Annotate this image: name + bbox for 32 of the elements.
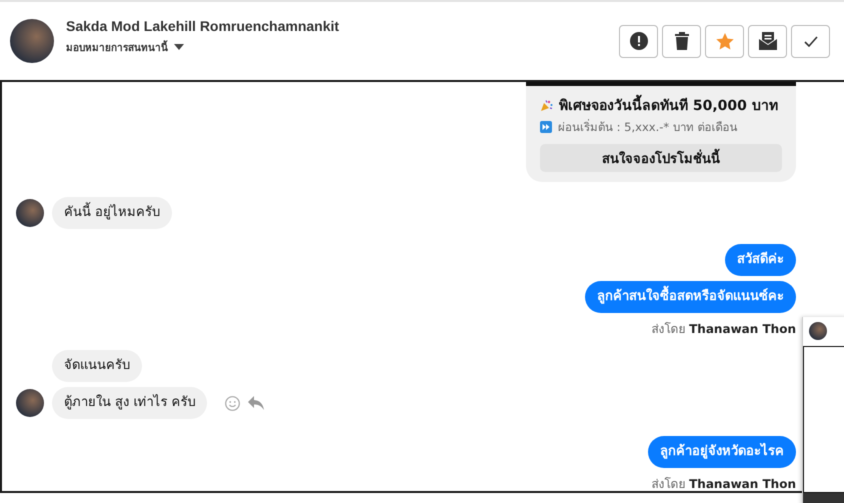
sender-note: ส่งโดย Thanawan Thon bbox=[651, 321, 796, 338]
star-button[interactable] bbox=[705, 24, 744, 58]
mail-button[interactable] bbox=[748, 24, 787, 58]
message-bubble: คันนี้ อยู่ไหมครับ bbox=[52, 197, 172, 229]
avatar bbox=[16, 389, 44, 417]
alert-icon bbox=[630, 32, 648, 50]
fast-forward-icon bbox=[540, 121, 552, 133]
contact-name: Sakda Mod Lakehill Romruenchamnankit bbox=[66, 18, 340, 34]
assign-dropdown[interactable]: มอบหมายการสนทนานี้ bbox=[66, 40, 340, 54]
caret-icon bbox=[174, 44, 184, 50]
message-bubble: ลูกค้าอยู่จังหวัดอะไรค bbox=[648, 436, 796, 468]
message-bubble: จัดแนนครับ bbox=[52, 350, 142, 382]
message-bubble: สวัสดีค่ะ bbox=[725, 244, 796, 276]
alert-button[interactable] bbox=[619, 24, 658, 58]
promo-button[interactable]: สนใจจองโปรโมชั่นนี้ bbox=[540, 144, 782, 172]
check-icon bbox=[804, 36, 818, 46]
reply-icon[interactable] bbox=[248, 396, 264, 410]
popup-bar bbox=[803, 493, 844, 503]
message-bubble: ลูกค้าสนใจซื้อสดหรือจัดแนนซ์คะ bbox=[585, 281, 796, 313]
mail-icon bbox=[758, 32, 776, 50]
avatar bbox=[16, 199, 44, 227]
sender-note: ส่งโดย Thanawan Thon bbox=[651, 476, 796, 491]
party-popper-icon bbox=[540, 98, 553, 112]
avatar bbox=[809, 322, 827, 340]
avatar bbox=[10, 19, 54, 63]
delete-button[interactable] bbox=[662, 24, 701, 58]
trash-icon bbox=[674, 32, 688, 50]
promo-subtitle: ผ่อนเริ่มต้น : 5,xxx.-* บาท ต่อเดือน bbox=[558, 118, 738, 136]
message-bubble: ตู้ภายใน สูง เท่าไร ครับ bbox=[52, 387, 208, 419]
promo-title: พิเศษจองวันนี้ลดทันที 50,000 บาท bbox=[559, 94, 778, 116]
done-button[interactable] bbox=[791, 24, 830, 58]
star-icon bbox=[716, 32, 734, 50]
